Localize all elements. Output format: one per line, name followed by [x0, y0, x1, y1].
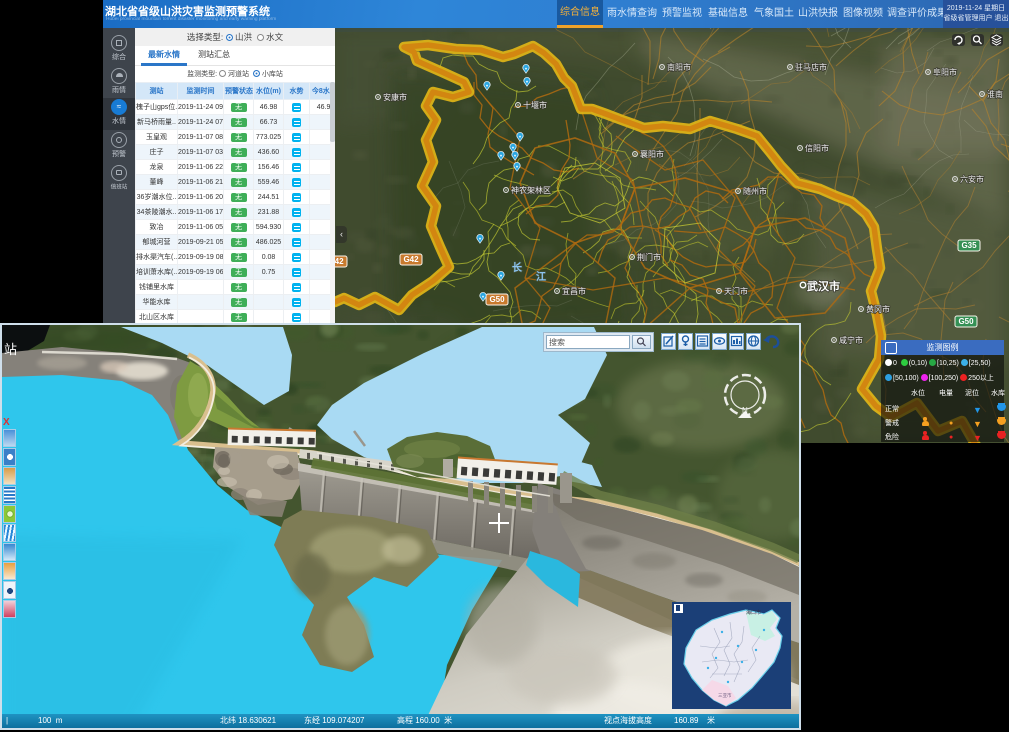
- svg-text:N: N: [742, 406, 748, 415]
- svg-text:阜阳市: 阜阳市: [933, 67, 957, 77]
- svg-text:信阳市: 信阳市: [805, 143, 829, 153]
- svg-text:G42: G42: [403, 255, 419, 264]
- svg-text:荆门市: 荆门市: [637, 252, 661, 262]
- svg-text:随州市: 随州市: [743, 186, 767, 196]
- svg-text:武汉市: 武汉市: [807, 279, 840, 293]
- svg-text:南阳市: 南阳市: [667, 62, 691, 72]
- svg-text:G50: G50: [958, 317, 974, 326]
- svg-text:长: 长: [512, 261, 523, 274]
- svg-text:天门市: 天门市: [724, 286, 748, 296]
- svg-text:神农架林区: 神农架林区: [511, 185, 551, 195]
- svg-text:三亚市: 三亚市: [718, 692, 732, 699]
- svg-text:江: 江: [536, 270, 546, 283]
- svg-text:G50: G50: [489, 295, 505, 304]
- svg-text:G35: G35: [961, 241, 977, 250]
- svg-text:海口市: 海口市: [746, 609, 761, 616]
- svg-text:G42: G42: [335, 257, 344, 266]
- svg-text:咸宁市: 咸宁市: [839, 335, 863, 345]
- svg-text:宜昌市: 宜昌市: [562, 286, 586, 296]
- svg-text:十堰市: 十堰市: [523, 100, 547, 110]
- svg-text:黄冈市: 黄冈市: [866, 304, 890, 314]
- svg-text:驻马店市: 驻马店市: [795, 62, 827, 72]
- svg-text:六安市: 六安市: [960, 174, 984, 184]
- svg-text:淮南: 淮南: [987, 89, 1003, 99]
- svg-text:襄阳市: 襄阳市: [640, 149, 664, 159]
- svg-text:安康市: 安康市: [383, 92, 407, 102]
